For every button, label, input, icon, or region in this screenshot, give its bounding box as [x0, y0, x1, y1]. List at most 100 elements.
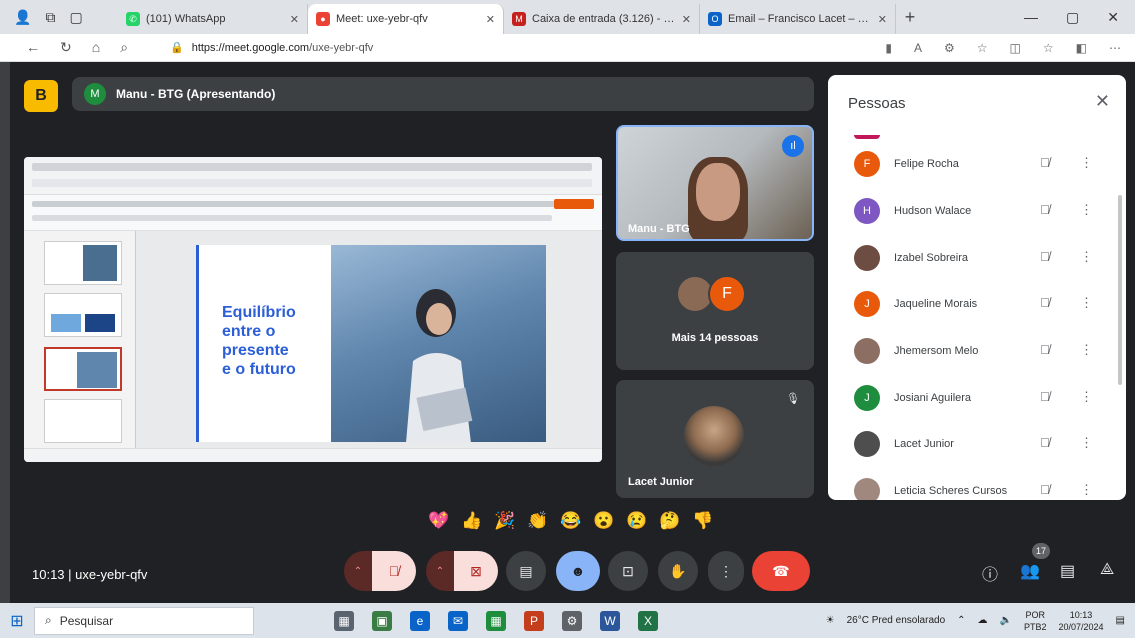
mic-off-icon: 🎙̸ — [1040, 435, 1050, 450]
sad-reaction-button[interactable]: 😢 — [624, 508, 650, 534]
close-tab-icon[interactable]: ✕ — [290, 13, 299, 26]
captions-button[interactable]: ▤ — [506, 551, 546, 591]
collections-icon[interactable]: ☆ — [1043, 41, 1054, 55]
party-reaction-button[interactable]: 🎉 — [492, 508, 518, 534]
more-options-button[interactable]: ⋮ — [708, 551, 744, 591]
weather-text[interactable]: 26°C Pred ensolarado — [847, 615, 946, 626]
more-options-icon[interactable]: ⋮ — [1080, 155, 1093, 171]
workspaces-icon[interactable]: ⧉ — [45, 9, 55, 26]
read-aloud-icon[interactable]: A — [914, 41, 922, 55]
minimize-icon[interactable]: — — [1024, 9, 1038, 26]
more-options-icon[interactable]: ⋮ — [1080, 249, 1093, 265]
search-icon[interactable]: ⌕ — [120, 39, 128, 56]
thumbs-up-reaction-button[interactable]: 👍 — [459, 508, 485, 534]
edge-icon[interactable]: e — [410, 610, 430, 631]
participant-row[interactable]: J Jaqueline Morais 🎙̸ ⋮ — [828, 283, 1126, 327]
surprised-reaction-button[interactable]: 😮 — [591, 508, 617, 534]
info-icon[interactable]: ⓘ — [982, 561, 998, 585]
reactions-button[interactable]: ☻ — [556, 551, 600, 591]
clap-reaction-button[interactable]: 👏 — [525, 508, 551, 534]
close-icon[interactable]: ✕ — [1095, 91, 1110, 112]
tab-actions-icon[interactable]: ▢ — [69, 9, 82, 26]
tab-whatsapp[interactable]: ✆ (101) WhatsApp ✕ — [118, 4, 308, 34]
chat-icon[interactable]: ▤ — [1060, 561, 1075, 581]
participant-row[interactable]: F Felipe Rocha 🎙̸ ⋮ — [828, 143, 1126, 187]
url-field[interactable]: 🔒 https://meet.google.com/uxe-yebr-qfv — [170, 41, 373, 55]
participant-row[interactable]: Izabel Sobreira 🎙̸ ⋮ — [828, 237, 1126, 281]
powerpoint-icon[interactable]: P — [524, 610, 544, 631]
people-icon[interactable]: 👥 — [1020, 561, 1040, 581]
profile-icon[interactable]: 👤 — [14, 9, 31, 26]
participant-tile-more[interactable]: F Mais 14 pessoas — [616, 252, 814, 370]
weather-icon[interactable]: ☀ — [826, 615, 835, 626]
tab-gmail[interactable]: M Caixa de entrada (3.126) - lacet ✕ — [504, 4, 700, 34]
more-options-icon[interactable]: ⋮ — [1080, 295, 1093, 311]
clock-time: 10:13 — [1069, 609, 1093, 620]
tab-meet[interactable]: ● Meet: uxe-yebr-qfv ✕ — [308, 4, 504, 34]
heart-reaction-button[interactable]: 💖 — [426, 508, 452, 534]
task-view-icon[interactable]: ▦ — [334, 610, 354, 631]
camera-permission-icon[interactable]: ▮ — [885, 41, 892, 55]
tab-outlook[interactable]: O Email – Francisco Lacet – Outlook ✕ — [700, 4, 896, 34]
more-options-icon[interactable]: ⋮ — [1080, 202, 1093, 218]
maximize-icon[interactable]: ▢ — [1066, 9, 1079, 26]
camera-toggle-button[interactable]: ⊠ — [454, 551, 498, 591]
people-panel-scrollbar[interactable] — [1118, 195, 1122, 385]
more-options-icon[interactable]: ⋮ — [1080, 389, 1093, 405]
word-icon[interactable]: W — [600, 610, 620, 631]
sheets-icon[interactable]: ▦ — [486, 610, 506, 631]
mail-icon[interactable]: ✉ — [448, 610, 468, 631]
excel-icon[interactable]: X — [638, 610, 658, 631]
store-icon[interactable]: ▣ — [372, 610, 392, 631]
meet-app-logo[interactable]: B — [24, 80, 58, 112]
notifications-icon[interactable]: ▤ — [1116, 615, 1125, 626]
network-icon[interactable]: ☁ — [978, 615, 988, 626]
slide-thumbnail[interactable] — [44, 399, 122, 443]
more-options-icon[interactable]: ⋮ — [1080, 435, 1093, 451]
video-options-chevron-icon[interactable]: ⌃ — [426, 551, 454, 591]
slide-thumbnail-selected[interactable] — [44, 347, 122, 391]
audio-options-chevron-icon[interactable]: ⌃ — [344, 551, 372, 591]
back-icon[interactable]: ← — [26, 39, 40, 56]
close-window-icon[interactable]: ✕ — [1107, 9, 1119, 26]
participant-row[interactable]: J Josiani Aguilera 🎙̸ ⋮ — [828, 377, 1126, 421]
window-controls: — ▢ ✕ — [1024, 9, 1135, 26]
language-indicator[interactable]: POR PTB2 — [1024, 609, 1047, 633]
windows-start-icon[interactable]: ⊞ — [0, 611, 34, 631]
volume-icon[interactable]: 🔈 — [1000, 615, 1012, 626]
more-menu-icon[interactable]: ⋯ — [1109, 41, 1121, 55]
participant-tile-lacet[interactable]: 🎙 Lacet Junior — [616, 380, 814, 498]
clock[interactable]: 10:13 20/07/2024 — [1059, 609, 1104, 633]
home-icon[interactable]: ⌂ — [92, 39, 100, 56]
more-options-icon[interactable]: ⋮ — [1080, 482, 1093, 498]
leave-call-button[interactable]: ☎ — [752, 551, 810, 591]
slide-thumbnail[interactable] — [44, 293, 122, 337]
raise-hand-button[interactable]: ✋ — [658, 551, 698, 591]
participant-row[interactable]: H Hudson Walace 🎙̸ ⋮ — [828, 190, 1126, 234]
participant-row[interactable]: Lacet Junior 🎙̸ ⋮ — [828, 423, 1126, 467]
close-tab-icon[interactable]: ✕ — [682, 13, 691, 26]
settings-icon[interactable]: ⚙ — [562, 610, 582, 631]
participant-tile-manu[interactable]: ıl Manu - BTG — [616, 125, 814, 241]
present-button[interactable]: ⊡ — [608, 551, 648, 591]
thumbs-down-reaction-button[interactable]: 👎 — [690, 508, 716, 534]
copilot-icon[interactable]: ◧ — [1076, 41, 1087, 55]
tray-overflow-icon[interactable]: ⌃ — [957, 615, 965, 626]
mic-toggle-button[interactable]: 🎙̸ — [372, 551, 416, 591]
activities-icon[interactable]: ⟁ — [1100, 561, 1114, 579]
close-tab-icon[interactable]: ✕ — [486, 13, 495, 26]
split-screen-icon[interactable]: ◫ — [1010, 41, 1021, 55]
close-tab-icon[interactable]: ✕ — [878, 13, 887, 26]
extensions-icon[interactable]: ⚙ — [944, 41, 955, 55]
reload-icon[interactable]: ↻ — [60, 39, 72, 56]
participant-row[interactable]: Jhemersom Melo 🎙̸ ⋮ — [828, 330, 1126, 374]
thinking-reaction-button[interactable]: 🤔 — [657, 508, 683, 534]
favorite-icon[interactable]: ☆ — [977, 41, 988, 55]
new-tab-button[interactable]: + — [896, 7, 924, 28]
slide-thumbnail[interactable] — [44, 241, 122, 285]
slide-thumbnails — [24, 231, 136, 448]
laugh-reaction-button[interactable]: 😂 — [558, 508, 584, 534]
participant-row[interactable]: Leticia Scheres Cursos 🎙̸ ⋮ — [828, 470, 1126, 500]
taskbar-search[interactable]: ⌕ Pesquisar — [34, 606, 254, 635]
more-options-icon[interactable]: ⋮ — [1080, 342, 1093, 358]
